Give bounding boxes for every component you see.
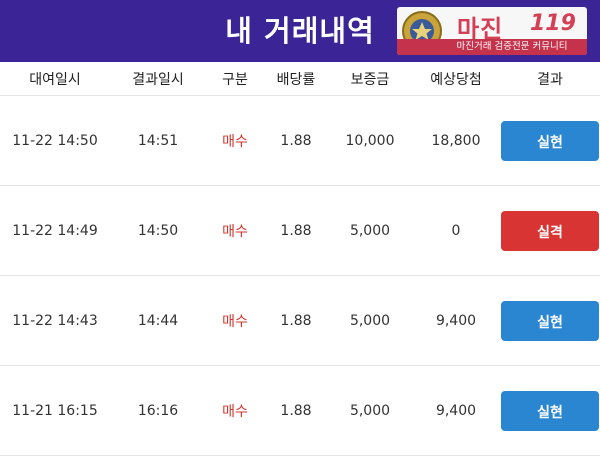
- page-header: 내 거래내역 마진 119 마진거래 검증전문 커뮤니티: [0, 0, 600, 62]
- logo-subtitle: 마진거래 검증전문 커뮤니티: [397, 39, 587, 55]
- odds-cell: 1.88: [280, 222, 312, 239]
- type-cell: 매수: [222, 223, 248, 240]
- type-cell: 매수: [222, 313, 248, 330]
- result-button[interactable]: 실현: [501, 120, 599, 161]
- odds-cell: 1.88: [280, 312, 312, 329]
- column-header: 결과일시: [132, 71, 184, 88]
- column-header: 예상당첨: [430, 71, 482, 88]
- rent-time-cell: 11-22 14:49: [12, 222, 98, 239]
- rent-time-cell: 11-21 16:15: [12, 402, 98, 419]
- rent-time-cell: 11-22 14:50: [12, 132, 98, 149]
- table-header: 대여일시 결과일시 구분 배당률 보증금 예상당첨 결과: [0, 62, 600, 96]
- result-time-cell: 14:44: [137, 312, 179, 329]
- rent-time-cell: 11-22 14:43: [12, 312, 98, 329]
- column-header: 구분: [222, 71, 248, 88]
- deposit-cell: 5,000: [349, 222, 391, 239]
- column-header: 배당률: [276, 71, 316, 88]
- table-row: 11-22 14:49 14:50 매수 1.88 5,000 0 실격: [0, 186, 600, 276]
- column-header: 결과: [537, 71, 563, 88]
- column-header: 보증금: [350, 71, 390, 88]
- deposit-cell: 5,000: [349, 312, 391, 329]
- result-button[interactable]: 실현: [501, 390, 599, 431]
- type-cell: 매수: [222, 133, 248, 150]
- expected-cell: 18,800: [431, 132, 481, 149]
- odds-cell: 1.88: [280, 132, 312, 149]
- result-button[interactable]: 실격: [501, 210, 599, 251]
- type-cell: 매수: [222, 403, 248, 420]
- table-row: 11-21 16:15 16:16 매수 1.88 5,000 9,400 실현: [0, 366, 600, 456]
- deposit-cell: 5,000: [349, 402, 391, 419]
- expected-cell: 9,400: [435, 402, 477, 419]
- result-time-cell: 16:16: [137, 402, 179, 419]
- expected-cell: 0: [451, 222, 461, 239]
- logo-subtitle-text: 마진거래 검증전문 커뮤니티: [456, 41, 568, 52]
- result-time-cell: 14:50: [137, 222, 179, 239]
- table-row: 11-22 14:50 14:51 매수 1.88 10,000 18,800 …: [0, 96, 600, 186]
- odds-cell: 1.88: [280, 402, 312, 419]
- trade-history-table: 11-22 14:50 14:51 매수 1.88 10,000 18,800 …: [0, 96, 600, 456]
- site-logo-badge: 마진 119 마진거래 검증전문 커뮤니티: [397, 7, 587, 55]
- deposit-cell: 10,000: [345, 132, 395, 149]
- column-header: 대여일시: [29, 71, 81, 88]
- expected-cell: 9,400: [435, 312, 477, 329]
- result-time-cell: 14:51: [137, 132, 179, 149]
- result-button[interactable]: 실현: [501, 300, 599, 341]
- table-row: 11-22 14:43 14:44 매수 1.88 5,000 9,400 실현: [0, 276, 600, 366]
- logo-number: 119: [530, 11, 576, 36]
